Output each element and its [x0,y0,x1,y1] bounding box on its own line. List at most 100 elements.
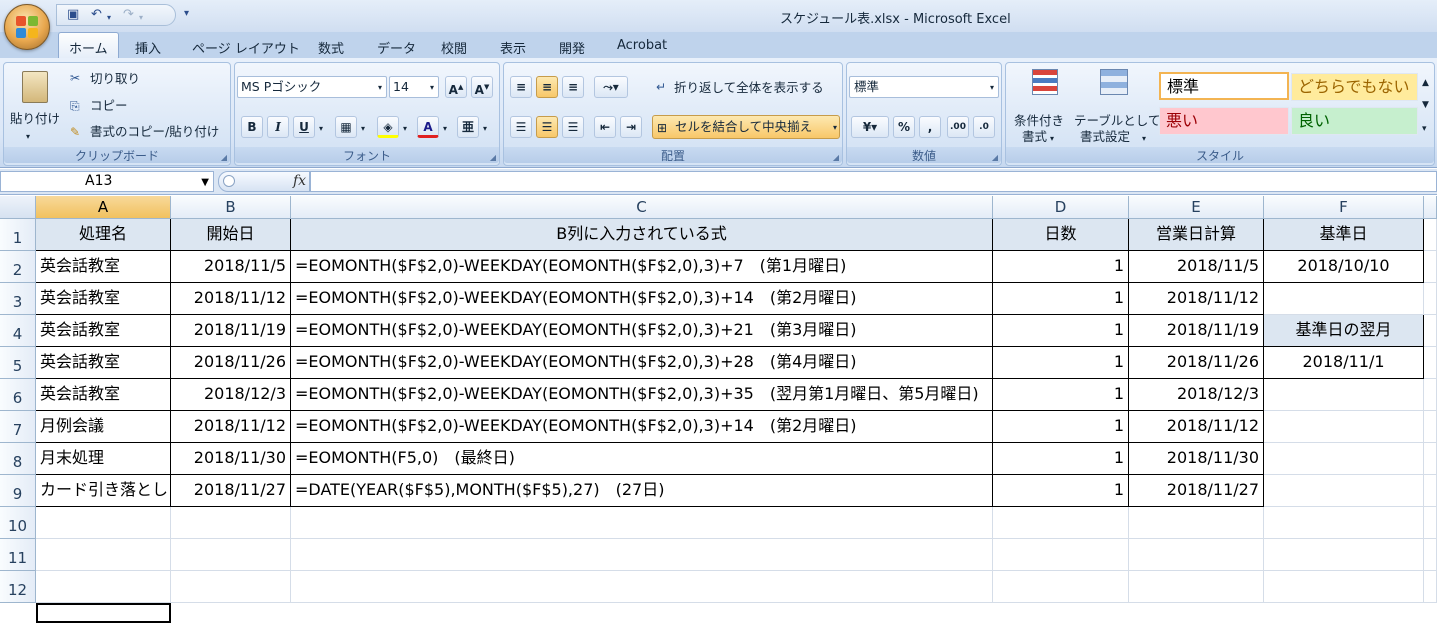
decrease-decimal-icon[interactable]: .0 [973,116,995,138]
cell-empty[interactable] [1424,283,1437,315]
cell-empty[interactable] [171,539,291,571]
cell-start-date[interactable]: 2018/11/30 [171,443,291,475]
tab-view[interactable]: 表示 [500,38,526,57]
cell-days[interactable]: 1 [993,347,1129,379]
bold-icon[interactable]: B [241,116,263,138]
align-left-icon[interactable]: ☰ [510,116,532,138]
cell-empty[interactable] [1129,507,1264,539]
cell-empty[interactable] [1264,571,1424,603]
merge-dropdown-icon[interactable]: ▾ [833,120,837,136]
cell-start-date[interactable]: 2018/11/5 [171,251,291,283]
tab-insert[interactable]: 挿入 [135,38,161,57]
format-as-table-dropdown-icon[interactable]: ▾ [1142,131,1146,147]
cell-formula-text[interactable]: =EOMONTH($F$2,0)-WEEKDAY(EOMONTH($F$2,0)… [291,379,993,411]
cell-business-day[interactable]: 2018/11/19 [1129,315,1264,347]
cell-business-day[interactable]: 2018/11/26 [1129,347,1264,379]
paste-icon[interactable] [22,71,48,103]
cell-formula-text[interactable]: =EOMONTH($F$2,0)-WEEKDAY(EOMONTH($F$2,0)… [291,251,993,283]
align-center-icon[interactable]: ☰ [536,116,558,138]
row-header[interactable]: 3 [0,283,36,315]
tab-formulas[interactable]: 数式 [318,38,344,57]
alignment-launcher-icon[interactable]: ◢ [833,153,839,162]
row-header[interactable]: 9 [0,475,36,507]
cell-start-date[interactable]: 2018/11/27 [171,475,291,507]
worksheet-grid[interactable]: A B C D E F 1 2 3 4 5 6 7 8 9 10 11 12 処… [0,196,1437,623]
cell-days[interactable]: 1 [993,443,1129,475]
cell-base-date[interactable]: 2018/11/1 [1264,347,1424,379]
cell-empty[interactable] [1424,411,1437,443]
cell-empty[interactable] [171,571,291,603]
underline-icon[interactable]: U [293,116,315,138]
column-header-g[interactable] [1424,196,1437,219]
styles-more-icon[interactable]: ▾ [1422,121,1427,137]
cell-empty[interactable] [1264,507,1424,539]
header-cell[interactable]: B列に入力されている式 [291,219,993,251]
cell-business-day[interactable]: 2018/11/30 [1129,443,1264,475]
cell-empty[interactable] [1424,315,1437,347]
font-color-dropdown-icon[interactable]: ▾ [443,121,447,137]
underline-dropdown-icon[interactable]: ▾ [319,121,323,137]
column-header-d[interactable]: D [993,196,1129,219]
styles-scroll-up-icon[interactable]: ▲ [1422,75,1429,91]
tab-home[interactable]: ホーム [58,32,119,58]
row-header[interactable]: 8 [0,443,36,475]
cell-days[interactable]: 1 [993,411,1129,443]
cell-days[interactable]: 1 [993,475,1129,507]
cell-empty[interactable] [1424,219,1437,251]
font-color-icon[interactable]: A [417,116,439,138]
cell-empty[interactable] [1264,539,1424,571]
cell-empty[interactable] [993,571,1129,603]
cell-business-day[interactable]: 2018/11/12 [1129,411,1264,443]
style-neutral[interactable]: どちらでもない [1291,73,1418,101]
office-button[interactable] [4,4,50,50]
cell-empty[interactable] [1424,379,1437,411]
phonetic-dropdown-icon[interactable]: ▾ [483,121,487,137]
select-all-button[interactable] [0,196,36,219]
shrink-font-icon[interactable]: A▼ [471,76,493,98]
cell-empty[interactable] [1424,251,1437,283]
cell-business-day[interactable]: 2018/12/3 [1129,379,1264,411]
cell-base-date[interactable] [1264,379,1424,411]
align-right-icon[interactable]: ☰ [562,116,584,138]
name-box-dropdown-icon[interactable]: ▼ [201,173,209,192]
cell-empty[interactable] [36,507,171,539]
column-header-c[interactable]: C [291,196,993,219]
cell-days[interactable]: 1 [993,379,1129,411]
align-middle-icon[interactable]: ≡ [536,76,558,98]
format-painter-button[interactable]: 書式のコピー/貼り付け [90,124,219,140]
header-cell[interactable]: 処理名 [36,219,171,251]
cell-start-date[interactable]: 2018/12/3 [171,379,291,411]
cell-empty[interactable] [291,571,993,603]
header-cell[interactable]: 開始日 [171,219,291,251]
cell-base-date[interactable] [1264,475,1424,507]
tab-review[interactable]: 校閲 [441,38,467,57]
tab-developer[interactable]: 開発 [559,38,585,57]
cell-empty[interactable] [36,571,171,603]
style-good[interactable]: 良い [1291,107,1418,135]
cell-base-date[interactable] [1264,283,1424,315]
cell-empty[interactable] [1424,443,1437,475]
cell-formula-text[interactable]: =EOMONTH($F$2,0)-WEEKDAY(EOMONTH($F$2,0)… [291,347,993,379]
tab-data[interactable]: データ [377,38,416,57]
cell-empty[interactable] [291,539,993,571]
cell-start-date[interactable]: 2018/11/12 [171,411,291,443]
row-header[interactable]: 10 [0,507,36,539]
comma-icon[interactable]: , [919,116,941,138]
font-name-select[interactable]: MS Pゴシック ▾ [237,76,387,98]
cell-business-day[interactable]: 2018/11/27 [1129,475,1264,507]
column-header-e[interactable]: E [1129,196,1264,219]
redo-dropdown-icon[interactable]: ▾ [139,11,143,25]
borders-icon[interactable]: ▦ [335,116,357,138]
style-bad[interactable]: 悪い [1159,107,1289,135]
row-header[interactable]: 4 [0,315,36,347]
paste-button[interactable]: 貼り付け [10,111,60,127]
undo-icon[interactable]: ↶ [91,8,102,22]
cell-formula-text[interactable]: =EOMONTH($F$2,0)-WEEKDAY(EOMONTH($F$2,0)… [291,315,993,347]
cell-business-day[interactable]: 2018/11/12 [1129,283,1264,315]
cell-empty[interactable] [993,539,1129,571]
cell-base-date[interactable] [1264,411,1424,443]
column-header-b[interactable]: B [171,196,291,219]
font-launcher-icon[interactable]: ◢ [490,153,496,162]
increase-decimal-icon[interactable]: .00 [947,116,969,138]
conditional-formatting-dropdown-icon[interactable]: ▾ [1050,131,1054,147]
